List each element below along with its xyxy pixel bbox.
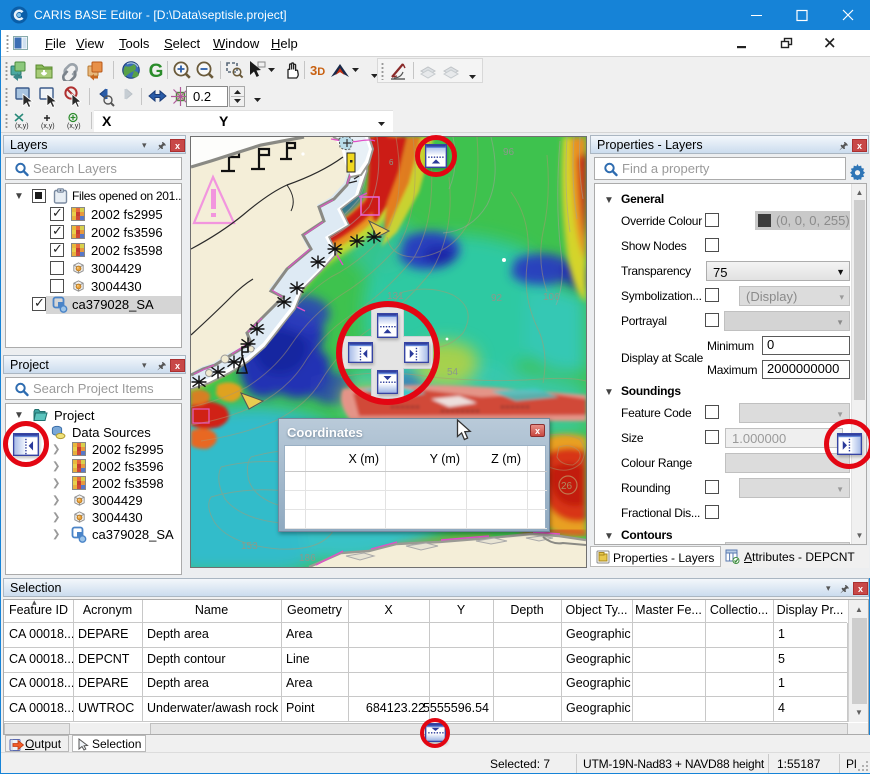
- svg-text:96: 96: [503, 147, 515, 158]
- svg-text:(x,y): (x,y): [15, 123, 29, 130]
- svg-text:106: 106: [543, 292, 560, 303]
- svg-text:54: 54: [447, 367, 459, 378]
- svg-text:186: 186: [299, 553, 316, 564]
- svg-text:(x,y): (x,y): [67, 123, 81, 130]
- svg-text:6: 6: [389, 158, 394, 167]
- svg-text:26: 26: [561, 481, 573, 492]
- svg-text:(x,y): (x,y): [41, 123, 55, 130]
- svg-text:G: G: [149, 61, 164, 81]
- svg-text:3D: 3D: [310, 63, 325, 78]
- svg-text:153: 153: [241, 541, 258, 552]
- svg-text:92: 92: [491, 293, 503, 304]
